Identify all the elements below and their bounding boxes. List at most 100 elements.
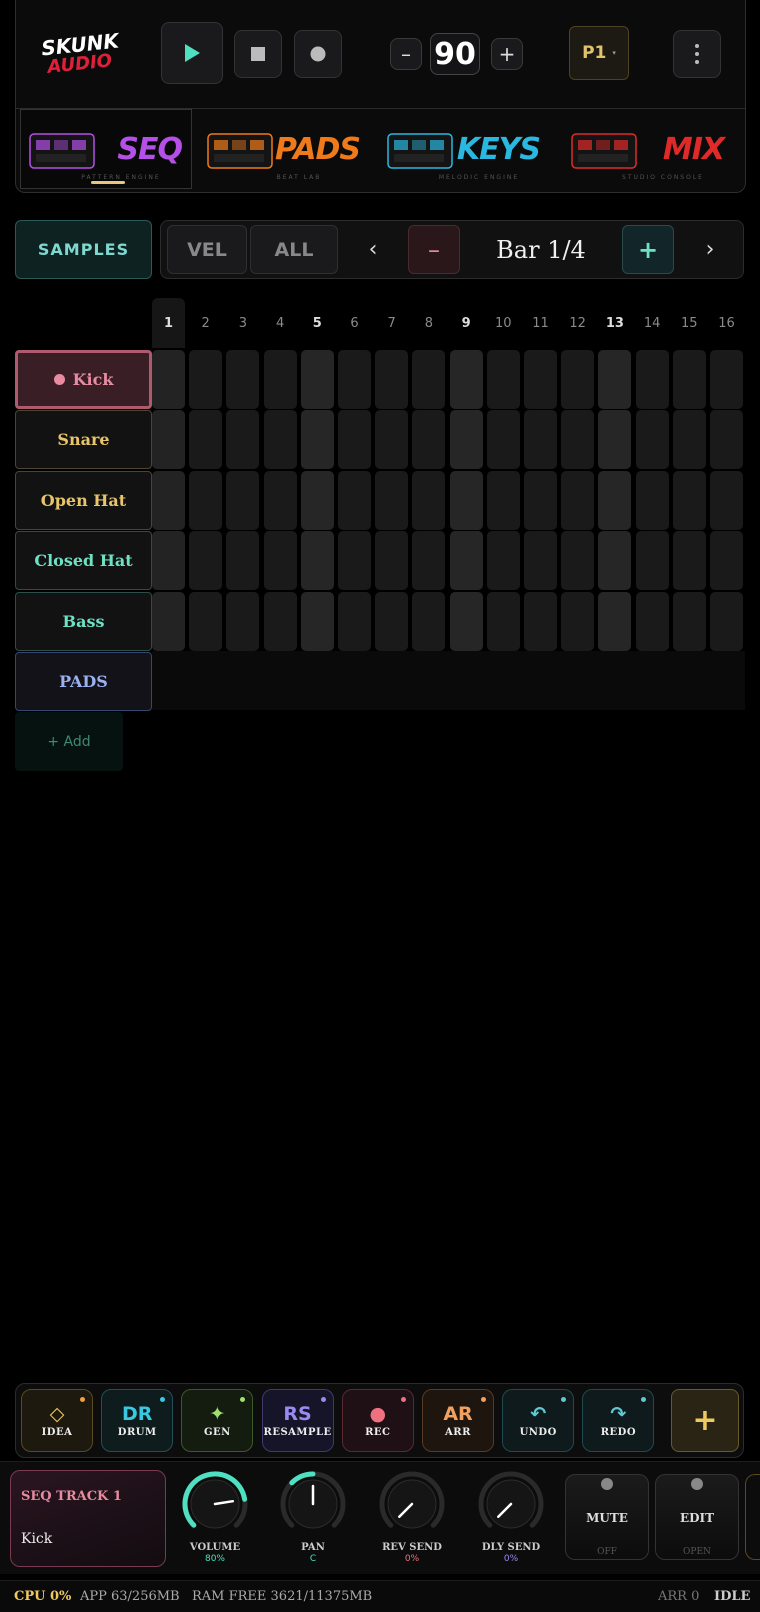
track-bass[interactable]: Bass bbox=[15, 591, 152, 651]
step-cell[interactable] bbox=[338, 410, 371, 470]
strip-overflow-button[interactable] bbox=[745, 1474, 760, 1560]
samples-button[interactable]: SAMPLES bbox=[15, 220, 152, 279]
step-cell[interactable] bbox=[263, 531, 297, 591]
step-cell[interactable] bbox=[189, 531, 223, 591]
step-cell[interactable] bbox=[300, 591, 334, 651]
step-cell[interactable] bbox=[524, 591, 557, 651]
step-cell[interactable] bbox=[486, 410, 520, 470]
step-cell[interactable] bbox=[189, 591, 223, 651]
step-cell[interactable] bbox=[375, 591, 409, 651]
step-cell[interactable] bbox=[189, 410, 223, 470]
redo-button[interactable]: ↷ REDO bbox=[582, 1389, 655, 1452]
step-cell[interactable] bbox=[449, 531, 483, 591]
step-cell[interactable] bbox=[710, 350, 743, 409]
step-cell[interactable] bbox=[486, 470, 520, 530]
tab-mix[interactable]: MIX STUDIO CONSOLE bbox=[558, 109, 738, 189]
step-cell[interactable] bbox=[635, 531, 669, 591]
step-cell[interactable] bbox=[598, 350, 632, 409]
step-cell[interactable] bbox=[263, 350, 297, 409]
step-cell[interactable] bbox=[375, 531, 409, 591]
dly-send-knob[interactable]: DLY SEND 0% bbox=[466, 1468, 556, 1572]
step-cell[interactable] bbox=[524, 470, 557, 530]
step-cell[interactable] bbox=[412, 350, 446, 409]
step-cell[interactable] bbox=[263, 470, 297, 530]
step-cell[interactable] bbox=[710, 410, 743, 470]
step-cell[interactable] bbox=[338, 470, 371, 530]
edit-button[interactable]: EDIT OPEN bbox=[655, 1474, 739, 1560]
step-cell[interactable] bbox=[672, 531, 706, 591]
step-cell[interactable] bbox=[375, 470, 409, 530]
drum-button[interactable]: DR DRUM bbox=[101, 1389, 174, 1452]
mute-button[interactable]: MUTE OFF bbox=[565, 1474, 649, 1560]
step-cell[interactable] bbox=[189, 350, 223, 409]
step-cell[interactable] bbox=[338, 591, 371, 651]
step-cell[interactable] bbox=[561, 591, 595, 651]
step-cell[interactable] bbox=[226, 350, 260, 409]
step-cell[interactable] bbox=[300, 470, 334, 530]
more-menu-button[interactable] bbox=[673, 30, 721, 78]
step-cell[interactable] bbox=[152, 591, 185, 651]
step-cell[interactable] bbox=[412, 470, 446, 530]
rev-send-knob[interactable]: REV SEND 0% bbox=[367, 1468, 457, 1572]
step-cell[interactable] bbox=[598, 410, 632, 470]
bar-decrease-button[interactable]: – bbox=[408, 225, 460, 274]
gen-button[interactable]: ✦ GEN bbox=[181, 1389, 254, 1452]
bpm-increase-button[interactable]: + bbox=[491, 38, 523, 70]
step-cell[interactable] bbox=[189, 470, 223, 530]
next-bar-button[interactable]: › bbox=[685, 225, 735, 274]
step-cell[interactable] bbox=[710, 531, 743, 591]
bpm-decrease-button[interactable]: – bbox=[390, 38, 422, 70]
step-cell[interactable] bbox=[561, 410, 595, 470]
step-cell[interactable] bbox=[300, 531, 334, 591]
step-cell[interactable] bbox=[449, 591, 483, 651]
add-track-button[interactable]: + Add bbox=[15, 712, 123, 771]
step-cell[interactable] bbox=[561, 531, 595, 591]
undo-button[interactable]: ↶ UNDO bbox=[502, 1389, 575, 1452]
step-cell[interactable] bbox=[226, 470, 260, 530]
step-cell[interactable] bbox=[152, 531, 185, 591]
resample-button[interactable]: RS RESAMPLE bbox=[261, 1389, 334, 1452]
step-cell[interactable] bbox=[152, 470, 185, 530]
step-cell[interactable] bbox=[635, 410, 669, 470]
step-cell[interactable] bbox=[672, 591, 706, 651]
step-cell[interactable] bbox=[338, 350, 371, 409]
step-cell[interactable] bbox=[263, 591, 297, 651]
bpm-value[interactable]: 90 bbox=[430, 33, 480, 75]
step-cell[interactable] bbox=[672, 410, 706, 470]
step-cell[interactable] bbox=[412, 410, 446, 470]
step-cell[interactable] bbox=[598, 591, 632, 651]
step-cell[interactable] bbox=[152, 410, 185, 470]
track-open-hat[interactable]: Open Hat bbox=[15, 470, 152, 530]
bar-increase-button[interactable]: + bbox=[622, 225, 674, 274]
toolbar-add-button[interactable]: + bbox=[671, 1389, 739, 1452]
step-cell[interactable] bbox=[524, 410, 557, 470]
record-button[interactable] bbox=[294, 30, 342, 78]
step-cell[interactable] bbox=[486, 591, 520, 651]
step-cell[interactable] bbox=[710, 591, 743, 651]
track-kick[interactable]: Kick bbox=[15, 350, 152, 409]
step-cell[interactable] bbox=[449, 470, 483, 530]
step-cell[interactable] bbox=[300, 410, 334, 470]
track-pads[interactable]: PADS bbox=[15, 652, 152, 711]
step-cell[interactable] bbox=[561, 350, 595, 409]
step-cell[interactable] bbox=[672, 470, 706, 530]
step-cell[interactable] bbox=[375, 410, 409, 470]
track-snare[interactable]: Snare bbox=[15, 410, 152, 470]
pan-knob[interactable]: PAN C bbox=[268, 1468, 358, 1572]
step-cell[interactable] bbox=[226, 531, 260, 591]
step-cell[interactable] bbox=[412, 531, 446, 591]
step-cell[interactable] bbox=[598, 531, 632, 591]
step-cell[interactable] bbox=[524, 531, 557, 591]
step-cell[interactable] bbox=[226, 591, 260, 651]
arr-button[interactable]: AR ARR bbox=[422, 1389, 494, 1452]
step-cell[interactable] bbox=[338, 531, 371, 591]
tab-seq[interactable]: SEQ PATTERN ENGINE bbox=[20, 109, 192, 189]
step-cell[interactable] bbox=[263, 410, 297, 470]
tab-pads[interactable]: PADS BEAT LAB bbox=[194, 109, 374, 189]
step-cell[interactable] bbox=[412, 591, 446, 651]
step-cell[interactable] bbox=[152, 350, 185, 409]
step-cell[interactable] bbox=[486, 350, 520, 409]
rec-button[interactable]: ● REC bbox=[341, 1389, 414, 1452]
all-button[interactable]: ALL bbox=[250, 225, 338, 274]
velocity-button[interactable]: VEL bbox=[167, 225, 247, 274]
